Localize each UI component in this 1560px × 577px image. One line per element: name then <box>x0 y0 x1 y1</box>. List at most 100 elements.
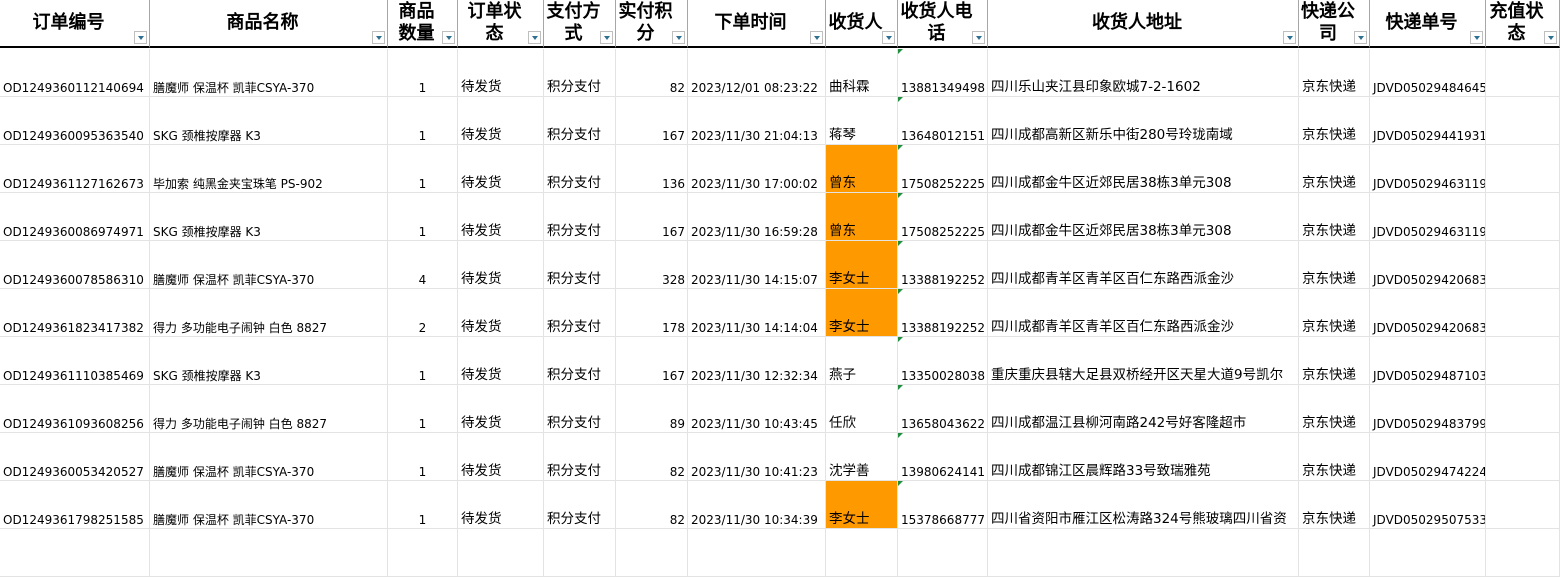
order-time-cell[interactable] <box>688 529 826 577</box>
tracking-number-cell[interactable]: JDVD05029463119 <box>1370 193 1486 241</box>
points-cell[interactable]: 82 <box>616 433 688 481</box>
recipient-cell[interactable] <box>826 529 898 577</box>
order-id-cell[interactable]: OD1249360078586310 <box>0 241 150 289</box>
tracking-number-cell[interactable]: JDVD05029463119 <box>1370 145 1486 193</box>
recipient-cell[interactable]: 沈学善 <box>826 433 898 481</box>
quantity-cell[interactable]: 1 <box>388 433 458 481</box>
address-cell[interactable] <box>988 529 1299 577</box>
courier-cell[interactable]: 京东快递 <box>1299 145 1370 193</box>
filter-dropdown-icon[interactable] <box>1470 31 1483 44</box>
order-status-cell[interactable]: 待发货 <box>458 193 544 241</box>
recharge-status-cell[interactable] <box>1486 145 1560 193</box>
phone-cell[interactable] <box>898 529 988 577</box>
phone-cell[interactable]: 15378668777 <box>898 481 988 529</box>
order-status-cell[interactable]: 待发货 <box>458 145 544 193</box>
points-cell[interactable]: 89 <box>616 385 688 433</box>
address-cell[interactable]: 四川成都金牛区近郊民居38栋3单元308 <box>988 145 1299 193</box>
points-cell[interactable]: 167 <box>616 97 688 145</box>
phone-cell[interactable]: 13388192252 <box>898 241 988 289</box>
recharge-status-cell[interactable] <box>1486 481 1560 529</box>
product-name-cell[interactable]: SKG 颈椎按摩器 K3 <box>150 337 388 385</box>
tracking-number-cell[interactable]: JDVD05029483799 <box>1370 385 1486 433</box>
payment-method-cell[interactable]: 积分支付 <box>544 49 616 97</box>
quantity-cell[interactable]: 1 <box>388 97 458 145</box>
tracking-number-cell[interactable]: JDVD05029441931 <box>1370 97 1486 145</box>
quantity-cell[interactable]: 1 <box>388 337 458 385</box>
points-cell[interactable]: 136 <box>616 145 688 193</box>
recharge-status-cell[interactable] <box>1486 433 1560 481</box>
points-cell[interactable] <box>616 529 688 577</box>
order-id-cell[interactable]: OD1249361110385469 <box>0 337 150 385</box>
filter-dropdown-icon[interactable] <box>972 31 985 44</box>
quantity-cell[interactable]: 4 <box>388 241 458 289</box>
phone-cell[interactable]: 13388192252 <box>898 289 988 337</box>
recipient-cell[interactable]: 李女士 <box>826 241 898 289</box>
payment-method-cell[interactable]: 积分支付 <box>544 433 616 481</box>
tracking-number-cell[interactable]: JDVD05029420683 <box>1370 289 1486 337</box>
filter-dropdown-icon[interactable] <box>1283 31 1296 44</box>
payment-method-cell[interactable]: 积分支付 <box>544 481 616 529</box>
phone-cell[interactable]: 13658043622 <box>898 385 988 433</box>
recipient-cell[interactable]: 蒋琴 <box>826 97 898 145</box>
recipient-cell[interactable]: 燕子 <box>826 337 898 385</box>
filter-dropdown-icon[interactable] <box>1544 31 1557 44</box>
filter-dropdown-icon[interactable] <box>372 31 385 44</box>
recharge-status-cell[interactable] <box>1486 97 1560 145</box>
filter-dropdown-icon[interactable] <box>134 31 147 44</box>
product-name-cell[interactable]: 得力 多功能电子闹钟 白色 8827 <box>150 385 388 433</box>
header-order-status[interactable]: 订单状态 <box>458 0 544 48</box>
header-recipient-address[interactable]: 收货人地址 <box>988 0 1299 48</box>
courier-cell[interactable]: 京东快递 <box>1299 481 1370 529</box>
order-status-cell[interactable]: 待发货 <box>458 337 544 385</box>
phone-cell[interactable]: 13350028038 <box>898 337 988 385</box>
recharge-status-cell[interactable] <box>1486 193 1560 241</box>
tracking-number-cell[interactable] <box>1370 529 1486 577</box>
recipient-cell[interactable]: 任欣 <box>826 385 898 433</box>
recharge-status-cell[interactable] <box>1486 49 1560 97</box>
phone-cell[interactable]: 17508252225 <box>898 145 988 193</box>
courier-cell[interactable]: 京东快递 <box>1299 385 1370 433</box>
quantity-cell[interactable]: 1 <box>388 145 458 193</box>
courier-cell[interactable] <box>1299 529 1370 577</box>
order-id-cell[interactable]: OD1249360053420527 <box>0 433 150 481</box>
header-recipient[interactable]: 收货人 <box>826 0 898 48</box>
phone-cell[interactable]: 13881349498 <box>898 49 988 97</box>
order-time-cell[interactable]: 2023/11/30 14:14:04 <box>688 289 826 337</box>
recharge-status-cell[interactable] <box>1486 289 1560 337</box>
header-recipient-phone[interactable]: 收货人电话 <box>898 0 988 48</box>
quantity-cell[interactable]: 1 <box>388 385 458 433</box>
recipient-cell[interactable]: 李女士 <box>826 289 898 337</box>
order-id-cell[interactable]: OD1249361127162673 <box>0 145 150 193</box>
courier-cell[interactable]: 京东快递 <box>1299 49 1370 97</box>
product-name-cell[interactable]: 膳魔师 保温杯 凯菲CSYA-370 <box>150 49 388 97</box>
order-time-cell[interactable]: 2023/11/30 10:34:39 <box>688 481 826 529</box>
order-id-cell[interactable]: OD1249360112140694 <box>0 49 150 97</box>
product-name-cell[interactable]: SKG 颈椎按摩器 K3 <box>150 97 388 145</box>
product-name-cell[interactable]: 膳魔师 保温杯 凯菲CSYA-370 <box>150 433 388 481</box>
points-cell[interactable]: 178 <box>616 289 688 337</box>
address-cell[interactable]: 四川乐山夹江县印象欧城7-2-1602 <box>988 49 1299 97</box>
quantity-cell[interactable]: 2 <box>388 289 458 337</box>
order-id-cell[interactable]: OD1249361093608256 <box>0 385 150 433</box>
courier-cell[interactable]: 京东快递 <box>1299 241 1370 289</box>
recharge-status-cell[interactable] <box>1486 529 1560 577</box>
product-name-cell[interactable]: 得力 多功能电子闹钟 白色 8827 <box>150 289 388 337</box>
address-cell[interactable]: 四川成都锦江区晨辉路33号致瑞雅苑 <box>988 433 1299 481</box>
header-order-time[interactable]: 下单时间 <box>688 0 826 48</box>
order-status-cell[interactable]: 待发货 <box>458 385 544 433</box>
tracking-number-cell[interactable]: JDVD05029487103 <box>1370 337 1486 385</box>
filter-dropdown-icon[interactable] <box>882 31 895 44</box>
order-time-cell[interactable]: 2023/11/30 14:15:07 <box>688 241 826 289</box>
order-status-cell[interactable]: 待发货 <box>458 97 544 145</box>
recharge-status-cell[interactable] <box>1486 385 1560 433</box>
order-time-cell[interactable]: 2023/11/30 17:00:02 <box>688 145 826 193</box>
order-time-cell[interactable]: 2023/11/30 10:41:23 <box>688 433 826 481</box>
header-points-paid[interactable]: 实付积分 <box>616 0 688 48</box>
payment-method-cell[interactable]: 积分支付 <box>544 289 616 337</box>
recipient-cell[interactable]: 曲科霖 <box>826 49 898 97</box>
order-status-cell[interactable]: 待发货 <box>458 49 544 97</box>
product-name-cell[interactable]: 膳魔师 保温杯 凯菲CSYA-370 <box>150 241 388 289</box>
payment-method-cell[interactable]: 积分支付 <box>544 193 616 241</box>
courier-cell[interactable]: 京东快递 <box>1299 337 1370 385</box>
order-id-cell[interactable]: OD1249360095363540 <box>0 97 150 145</box>
